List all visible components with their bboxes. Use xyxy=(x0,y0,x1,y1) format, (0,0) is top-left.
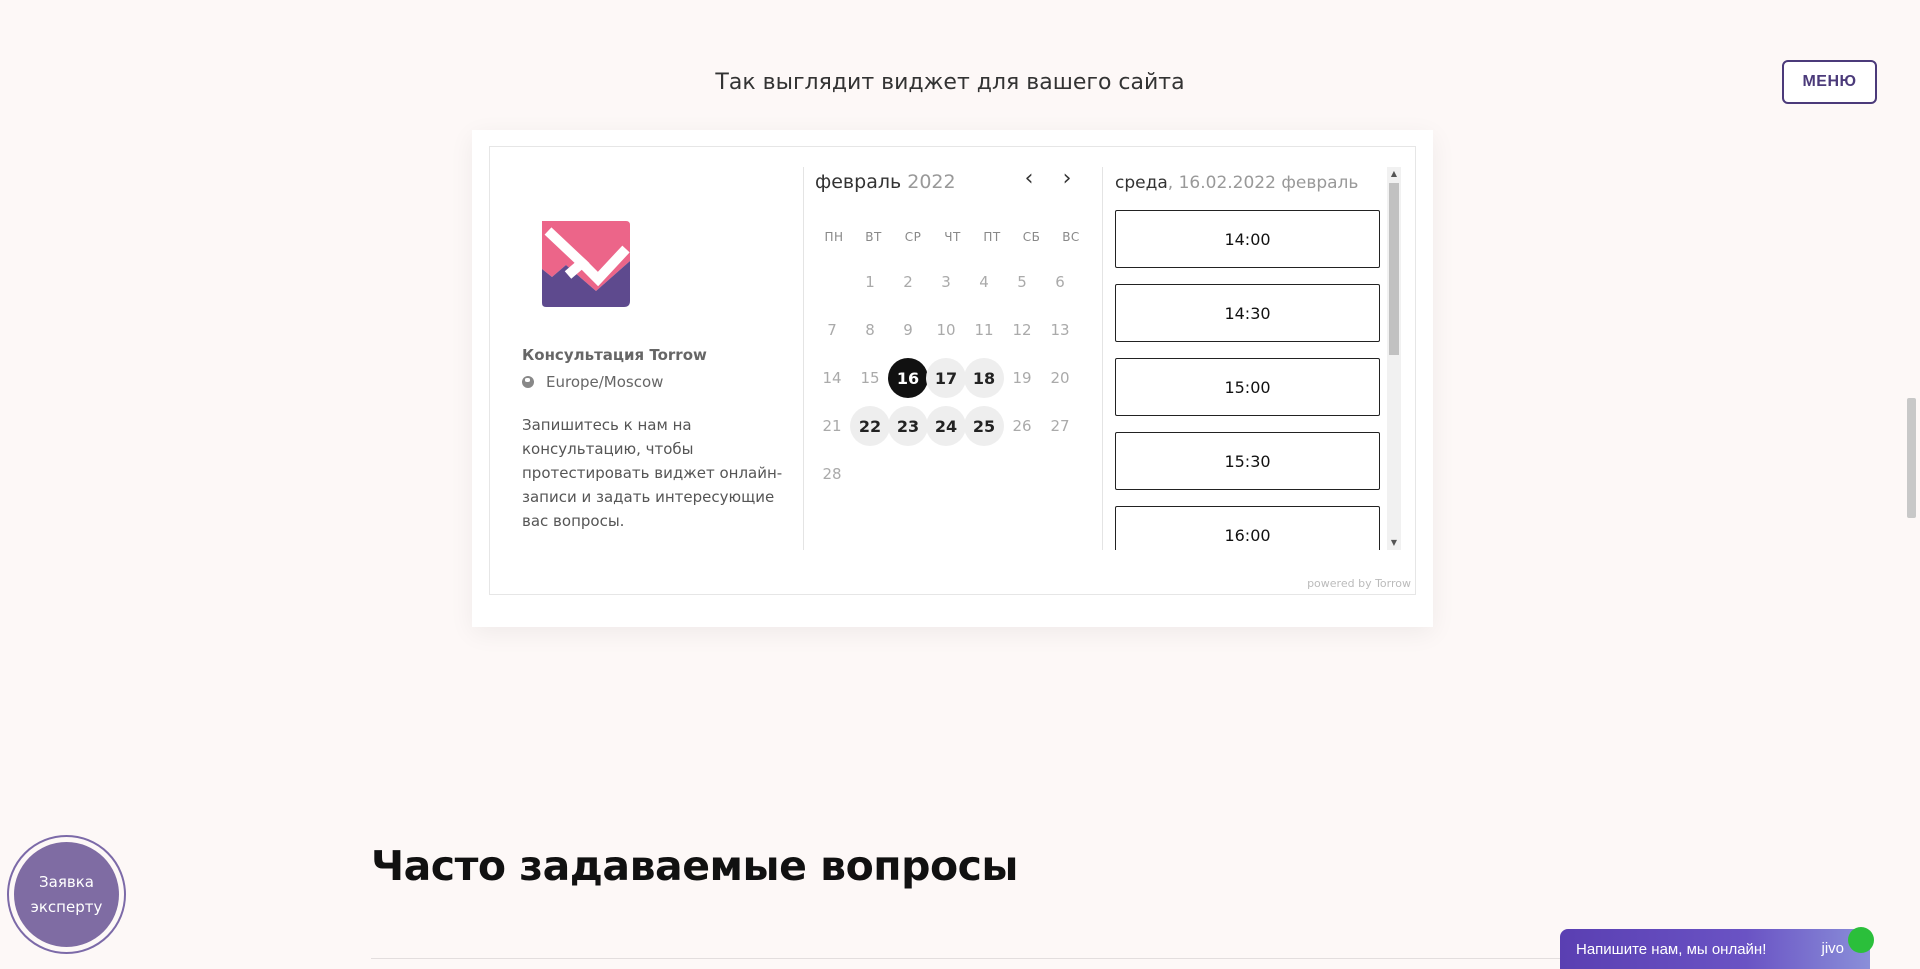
calendar-day: 26 xyxy=(1012,417,1032,435)
menu-button[interactable]: МЕНЮ xyxy=(1782,60,1877,104)
weekday-label: СР xyxy=(904,230,922,244)
calendar-day: 5 xyxy=(1017,273,1027,291)
calendar-day: 9 xyxy=(903,321,913,339)
calendar-day: 21 xyxy=(822,417,842,435)
time-slots: среда, 16.02.2022 февраль 14:00 14:30 15:0… xyxy=(1115,167,1405,550)
torrow-logo xyxy=(542,221,630,307)
booking-widget: Консультация Torrow Europe/Moscow Запиши… xyxy=(489,146,1416,595)
chevron-right-icon[interactable]: › xyxy=(1055,167,1079,191)
calendar-day: 12 xyxy=(1012,321,1032,339)
divider xyxy=(1102,167,1103,550)
time-slot-button[interactable]: 16:00 xyxy=(1115,506,1380,550)
scroll-up-icon[interactable]: ▲ xyxy=(1387,167,1401,181)
section-title: Так выглядит виджет для вашего сайта xyxy=(715,70,1185,95)
calendar-day: 20 xyxy=(1050,369,1070,387)
expert-request-inner: Заявка эксперту xyxy=(14,842,119,947)
scroll-down-icon[interactable]: ▼ xyxy=(1387,536,1401,550)
time-slot-button[interactable]: 14:00 xyxy=(1115,210,1380,268)
calendar-year: 2022 xyxy=(907,171,956,193)
globe-icon xyxy=(522,376,534,388)
calendar-day-available[interactable]: 24 xyxy=(926,406,966,446)
calendar-month-year: февраль 2022 xyxy=(815,171,956,193)
event-description: Запишитесь к нам на консультацию, чтобы … xyxy=(522,416,783,530)
chat-label: Напишите нам, мы онлайн! xyxy=(1576,940,1767,958)
faq-title: Часто задаваемые вопросы xyxy=(371,842,1019,890)
event-info: Консультация Torrow Europe/Moscow Запиши… xyxy=(506,163,796,546)
calendar-day: 27 xyxy=(1050,417,1070,435)
weekday-label: ВТ xyxy=(865,230,882,244)
calendar-day-available[interactable]: 22 xyxy=(850,406,890,446)
calendar-day-available[interactable]: 17 xyxy=(926,358,966,398)
calendar-day: 13 xyxy=(1050,321,1070,339)
weekday-label: ВС xyxy=(1062,230,1080,244)
calendar-day: 28 xyxy=(822,465,842,483)
timezone-label: Europe/Moscow xyxy=(546,373,664,391)
calendar-day: 14 xyxy=(822,369,842,387)
selected-date: 16.02.2022 февраль xyxy=(1178,173,1359,193)
calendar-day-selected[interactable]: 16 xyxy=(888,358,928,398)
calendar-day: 8 xyxy=(865,321,875,339)
time-slot-button[interactable]: 15:00 xyxy=(1115,358,1380,416)
calendar-day: 11 xyxy=(974,321,994,339)
chat-brand: jivo xyxy=(1821,940,1844,957)
calendar-day-available[interactable]: 18 xyxy=(964,358,1004,398)
chat-widget[interactable]: Напишите нам, мы онлайн! jivo xyxy=(1560,927,1874,969)
time-slot-button[interactable]: 15:30 xyxy=(1115,432,1380,490)
calendar-day: 15 xyxy=(860,369,880,387)
selected-weekday: среда xyxy=(1115,173,1168,193)
calendar-day: 3 xyxy=(941,273,951,291)
expert-request-button[interactable]: Заявка эксперту xyxy=(7,835,126,954)
weekday-label: ПТ xyxy=(983,230,1001,244)
faq-divider xyxy=(371,958,1671,959)
calendar-day-available[interactable]: 25 xyxy=(964,406,1004,446)
calendar-day-available[interactable]: 23 xyxy=(888,406,928,446)
calendar-month: февраль xyxy=(815,171,902,193)
calendar-day: 10 xyxy=(936,321,956,339)
page-scroll-thumb[interactable] xyxy=(1907,398,1916,518)
event-name: Консультация Torrow xyxy=(522,346,707,364)
page-scrollbar[interactable] xyxy=(1903,0,1920,969)
timezone-row[interactable]: Europe/Moscow xyxy=(522,373,663,391)
calendar-day: 2 xyxy=(903,273,913,291)
time-slot-button[interactable]: 14:30 xyxy=(1115,284,1380,342)
calendar-day: 6 xyxy=(1055,273,1065,291)
weekday-label: СБ xyxy=(1022,230,1041,244)
divider xyxy=(803,167,804,550)
expert-line2: эксперту xyxy=(30,897,103,916)
calendar-day: 19 xyxy=(1012,369,1032,387)
weekday-header: ПН ВТ СР ЧТ ПТ СБ ВС xyxy=(815,230,1090,244)
selected-date-heading: среда, 16.02.2022 февраль xyxy=(1115,173,1359,193)
slots-scrollbar[interactable]: ▲ ▼ xyxy=(1387,167,1401,550)
weekday-label: ЧТ xyxy=(944,230,961,244)
calendar-day: 7 xyxy=(827,321,837,339)
calendar-day: 4 xyxy=(979,273,989,291)
powered-by[interactable]: powered by Torrow xyxy=(1307,577,1411,590)
weekday-label: ПН xyxy=(824,230,844,244)
expert-line1: Заявка xyxy=(39,872,94,891)
chevron-left-icon[interactable]: ‹ xyxy=(1017,167,1041,191)
scroll-thumb[interactable] xyxy=(1389,183,1399,355)
online-status-dot xyxy=(1848,927,1874,953)
calendar-day: 1 xyxy=(865,273,875,291)
